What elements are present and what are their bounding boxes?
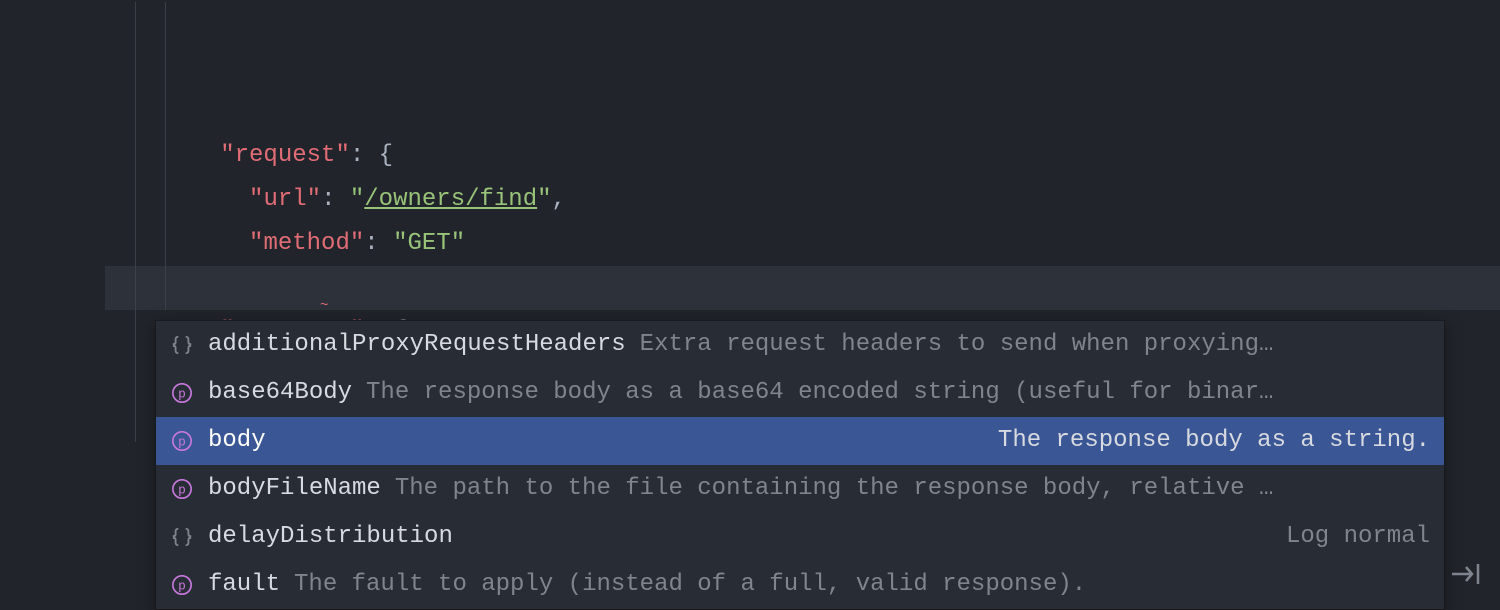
suggest-label: bodyFileName <box>208 467 381 511</box>
braces-icon <box>170 333 194 357</box>
property-icon: p <box>170 429 194 453</box>
suggest-label: fault <box>208 563 280 607</box>
suggest-item-base64Body[interactable]: p base64Body The response body as a base64… <box>156 369 1444 417</box>
suggest-label: base64Body <box>208 371 352 415</box>
suggest-item-additionalProxyRequestHeaders[interactable]: additionalProxyRequestHeaders Extra reque… <box>156 321 1444 369</box>
code-line: "method": "GET" <box>105 90 1500 134</box>
autocomplete-popup[interactable]: additionalProxyRequestHeaders Extra reque… <box>155 320 1445 610</box>
svg-text:p: p <box>178 387 186 402</box>
svg-text:p: p <box>178 483 186 498</box>
property-icon: p <box>170 477 194 501</box>
suggest-label: delayDistribution <box>208 515 453 559</box>
braces-icon <box>170 525 194 549</box>
suggest-item-fault[interactable]: p fault The fault to apply (instead of a f… <box>156 561 1444 609</box>
suggest-description: Log normal <box>467 515 1430 559</box>
code-line: "status": 200, <box>105 222 1500 266</box>
suggest-description: The path to the file containing the resp… <box>395 467 1430 511</box>
suggest-description: The response body as a string. <box>280 419 1430 463</box>
suggest-label: additionalProxyRequestHeaders <box>208 323 626 367</box>
suggest-item-body[interactable]: p body The response body as a string. <box>156 417 1444 465</box>
suggest-description: The response body as a base64 encoded st… <box>366 371 1430 415</box>
property-icon: p <box>170 381 194 405</box>
code-line: "response": { <box>105 178 1500 222</box>
code-line: }, <box>105 134 1500 178</box>
error-squiggle: ~ <box>320 302 328 306</box>
suggest-item-delayDistribution[interactable]: delayDistribution Log normal <box>156 513 1444 561</box>
tab-stop-icon <box>1450 560 1482 586</box>
svg-text:p: p <box>178 579 186 594</box>
code-line: "request": { <box>105 2 1500 46</box>
code-line: "url": "/owners/find", <box>105 46 1500 90</box>
suggest-description: Extra request headers to send when proxy… <box>640 323 1430 367</box>
suggest-label: body <box>208 419 266 463</box>
suggest-description: The fault to apply (instead of a full, v… <box>294 563 1430 607</box>
suggest-item-bodyFileName[interactable]: p bodyFileName The path to the file contai… <box>156 465 1444 513</box>
code-line-current[interactable]: "" ~ <box>105 266 1500 310</box>
svg-text:p: p <box>178 435 186 450</box>
property-icon: p <box>170 573 194 597</box>
